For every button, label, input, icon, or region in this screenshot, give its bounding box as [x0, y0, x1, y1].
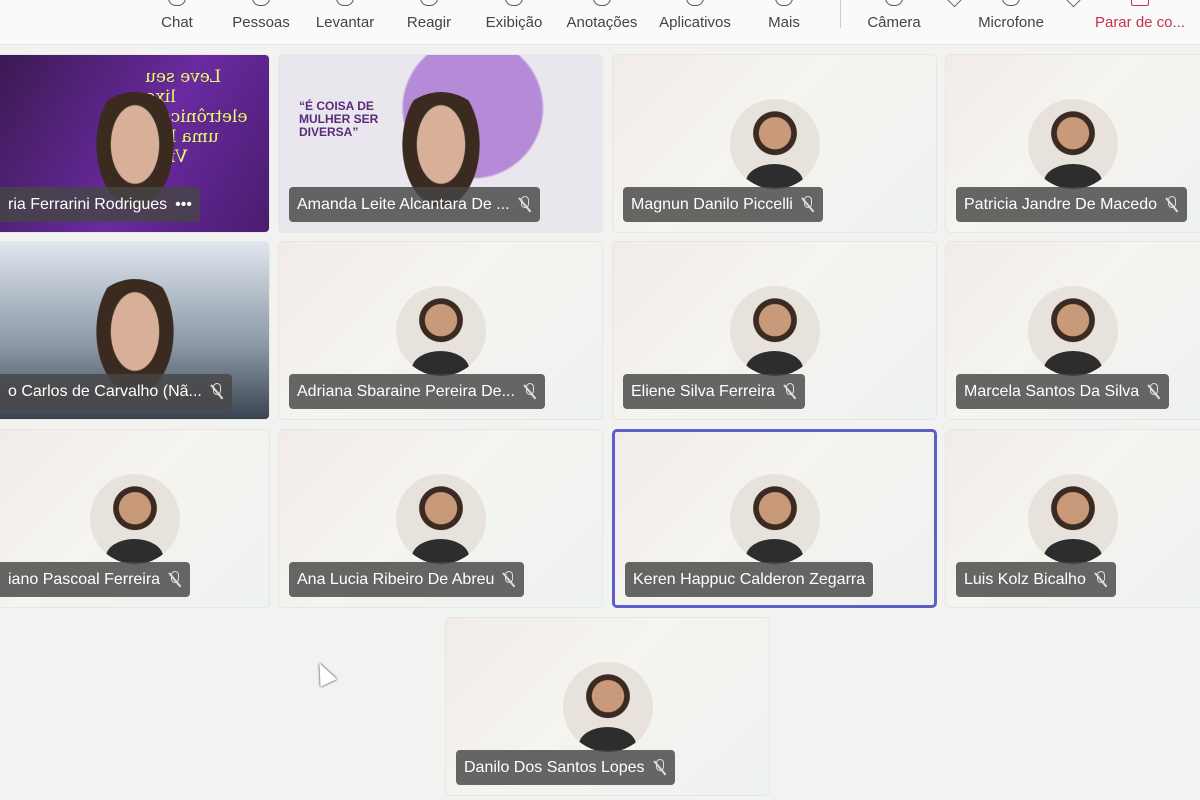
toolbar-button-more[interactable]: Mais	[734, 0, 834, 44]
chat-icon	[168, 0, 186, 6]
toolbar-button-label: Câmera	[867, 14, 921, 31]
more-options-icon[interactable]: •••	[175, 196, 192, 214]
apps-icon	[686, 0, 704, 6]
toolbar-button-label: Levantar	[315, 14, 375, 31]
toolbar-button-label: Parar de co...	[1094, 14, 1186, 31]
participant-name-label: o Carlos de Carvalho (Nã...	[0, 374, 232, 409]
stop-sharing-icon	[1131, 0, 1149, 6]
participant-name-label: Eliene Silva Ferreira	[623, 374, 806, 409]
participant-name-label: Amanda Leite Alcantara De ...	[289, 187, 540, 222]
avatar	[1028, 99, 1118, 189]
toolbar-button-label: Anotações	[566, 14, 638, 31]
microphone-muted-icon	[1094, 570, 1108, 589]
microphone-muted-icon	[168, 570, 182, 589]
participant-tile[interactable]: o Carlos de Carvalho (Nã...	[0, 241, 270, 420]
participant-name: Eliene Silva Ferreira	[631, 382, 776, 400]
participant-name-label: Danilo Dos Santos Lopes	[456, 750, 675, 785]
toolbar-button-stop-sharing[interactable]: Parar de co...	[1090, 0, 1190, 44]
participant-name-label: Magnun Danilo Piccelli	[623, 187, 823, 222]
participant-tile[interactable]: Keren Happuc Calderon Zegarra	[612, 429, 937, 608]
toolbar-button-notes[interactable]: Anotações	[552, 0, 652, 44]
participant-name: Patricia Jandre De Macedo	[964, 195, 1157, 213]
toolbar-button-label: Pessoas	[232, 14, 290, 31]
avatar	[395, 474, 486, 564]
microphone-muted-icon	[1147, 382, 1161, 401]
microphone-muted-icon	[653, 758, 667, 777]
camera-icon	[885, 0, 903, 6]
avatar	[729, 99, 820, 189]
microphone-muted-icon	[210, 382, 224, 401]
participant-name: Marcela Santos Da Silva	[964, 382, 1140, 400]
participant-tile[interactable]: iano Pascoal Ferreira	[0, 429, 270, 608]
chevron-down-icon[interactable]	[946, 0, 963, 8]
toolbar-button-label: Aplicativos	[659, 14, 731, 31]
microphone-icon	[1002, 0, 1020, 6]
avatar	[395, 286, 486, 376]
participant-name: o Carlos de Carvalho (Nã...	[8, 382, 202, 400]
participant-tile[interactable]: Luis Kolz Bicalho	[945, 429, 1200, 608]
toolbar-button-label: Chat	[161, 14, 193, 31]
avatar	[729, 286, 820, 376]
participant-tile[interactable]: Ana Lucia Ribeiro De Abreu	[278, 429, 603, 608]
participant-name-label: Marcela Santos Da Silva	[956, 374, 1170, 409]
microphone-muted-icon	[1165, 195, 1179, 214]
avatar	[89, 474, 180, 564]
avatar	[729, 474, 820, 564]
background-image-text: “É COISA DE MULHER SER DIVERSA”	[299, 99, 379, 139]
microphone-muted-icon	[502, 570, 516, 589]
avatar	[1028, 474, 1118, 564]
toolbar-button-view[interactable]: Exibição	[464, 0, 564, 44]
chevron-down-icon[interactable]	[1065, 0, 1082, 8]
participant-name-label: Ana Lucia Ribeiro De Abreu	[289, 562, 525, 597]
toolbar-button-label: Reagir	[406, 14, 452, 31]
toolbar-button-label: Exibição	[485, 14, 543, 31]
participant-tile[interactable]: Leve seu lixo eletrônico a uma loja Vivo…	[0, 54, 270, 233]
meeting-toolbar: Chat Pessoas Levantar Reagir Exibição Anotaçõ…	[0, 0, 1200, 45]
participant-name-label: Keren Happuc Calderon Zegarra	[625, 562, 874, 597]
participant-name: Adriana Sbaraine Pereira De...	[297, 382, 515, 400]
participant-tile[interactable]: Patricia Jandre De Macedo	[945, 54, 1200, 233]
participant-name-label: Luis Kolz Bicalho	[956, 562, 1116, 597]
participant-tile[interactable]: Danilo Dos Santos Lopes	[445, 617, 770, 796]
participant-name: Luis Kolz Bicalho	[964, 570, 1086, 588]
participant-name: Amanda Leite Alcantara De ...	[297, 195, 510, 213]
participant-name-label: iano Pascoal Ferreira	[0, 562, 191, 597]
participant-name: Ana Lucia Ribeiro De Abreu	[297, 570, 495, 588]
microphone-muted-icon	[523, 382, 537, 401]
toolbar-button-label: Mais	[768, 14, 800, 31]
participant-name: Keren Happuc Calderon Zegarra	[633, 570, 866, 588]
participant-name: ria Ferrarini Rodrigues	[8, 195, 168, 213]
participant-name: iano Pascoal Ferreira	[8, 570, 161, 588]
toolbar-button-microphone[interactable]: Microfone	[961, 0, 1082, 44]
notes-icon	[593, 0, 611, 6]
participant-name-label: Adriana Sbaraine Pereira De...	[289, 374, 545, 409]
more-icon	[775, 0, 793, 6]
participant-name: Magnun Danilo Piccelli	[631, 195, 793, 213]
participant-tile[interactable]: Marcela Santos Da Silva	[945, 241, 1200, 420]
participant-name: Danilo Dos Santos Lopes	[464, 758, 645, 776]
raise-hand-icon	[336, 0, 354, 6]
people-icon	[252, 0, 270, 6]
react-icon	[420, 0, 438, 6]
view-icon	[505, 0, 523, 6]
avatar	[562, 662, 653, 752]
participant-name-label: Patricia Jandre De Macedo	[956, 187, 1187, 222]
microphone-muted-icon	[801, 195, 815, 214]
participant-grid: Leve seu lixo eletrônico a uma loja Vivo…	[0, 45, 1200, 800]
microphone-muted-icon	[518, 195, 532, 214]
toolbar-button-apps[interactable]: Aplicativos	[645, 0, 745, 44]
toolbar-button-camera[interactable]: Câmera	[844, 0, 963, 44]
microphone-muted-icon	[783, 382, 797, 401]
participant-name-label: ria Ferrarini Rodrigues •••	[0, 187, 200, 222]
participant-tile[interactable]: Eliene Silva Ferreira	[612, 241, 937, 420]
avatar	[1028, 286, 1118, 376]
participant-tile[interactable]: Magnun Danilo Piccelli	[612, 54, 937, 233]
toolbar-divider	[840, 0, 841, 28]
participant-tile[interactable]: Adriana Sbaraine Pereira De...	[278, 241, 603, 420]
toolbar-button-label: Microfone	[978, 14, 1044, 31]
participant-tile[interactable]: “É COISA DE MULHER SER DIVERSA” Amanda Le…	[278, 54, 603, 233]
